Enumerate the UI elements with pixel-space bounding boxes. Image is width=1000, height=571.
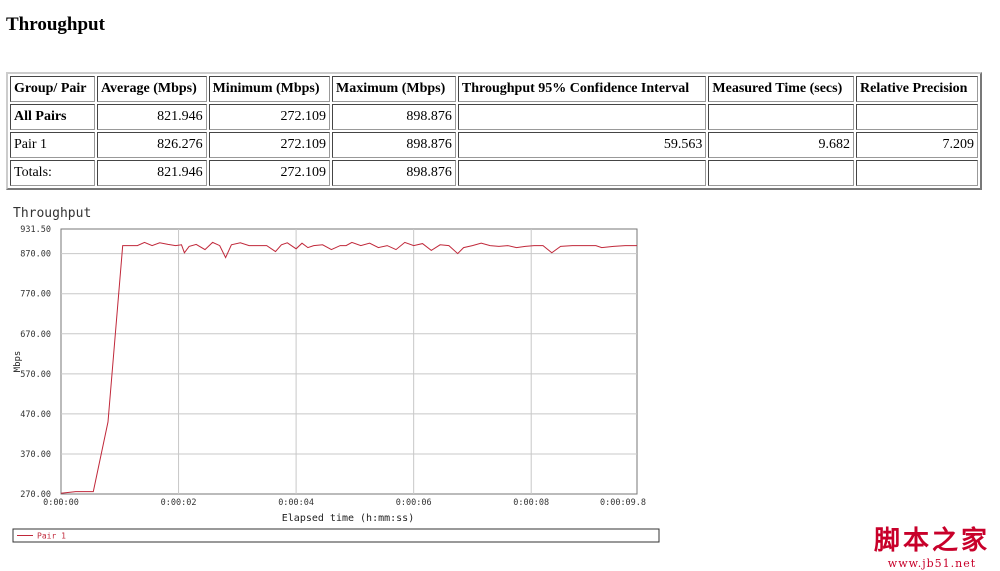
column-header: Measured Time (secs) bbox=[708, 76, 855, 102]
y-tick-label: 370.00 bbox=[20, 450, 51, 460]
column-header: Throughput 95% Confidence Interval bbox=[457, 76, 707, 102]
table-cell: 272.109 bbox=[208, 104, 330, 130]
column-header: Group/ Pair bbox=[10, 76, 95, 102]
table-cell bbox=[708, 104, 855, 130]
table-cell bbox=[457, 104, 707, 130]
row-label: All Pairs bbox=[10, 104, 95, 130]
table-cell: 9.682 bbox=[708, 132, 855, 158]
x-tick-label: 0:00:08 bbox=[513, 498, 549, 508]
row-label: Totals: bbox=[10, 160, 95, 186]
table-cell bbox=[856, 104, 978, 130]
table-cell bbox=[708, 160, 855, 186]
watermark: 脚本之家 www.jb51.net bbox=[872, 520, 992, 570]
table-cell: 898.876 bbox=[332, 104, 456, 130]
x-tick-label: 0:00:04 bbox=[278, 498, 314, 508]
watermark-url: www.jb51.net bbox=[887, 557, 977, 570]
throughput-chart: Throughput 931.50 870.00 770.00 670.00 570.00… bbox=[0, 200, 680, 550]
table-cell: 821.946 bbox=[96, 160, 207, 186]
column-header: Relative Precision bbox=[856, 76, 978, 102]
page-title: Throughput bbox=[6, 14, 105, 35]
table-cell: 272.109 bbox=[208, 160, 330, 186]
row-label: Pair 1 bbox=[10, 132, 95, 158]
x-tick-label: 0:00:06 bbox=[396, 498, 432, 508]
x-tick-label: 0:00:00 bbox=[43, 498, 79, 508]
table-cell bbox=[856, 160, 978, 186]
table-cell: 272.109 bbox=[208, 132, 330, 158]
table-row: Totals: 821.946 272.109 898.876 bbox=[10, 160, 978, 186]
table-header-row: Group/ Pair Average (Mbps) Minimum (Mbps… bbox=[10, 76, 978, 102]
y-tick-label: 931.50 bbox=[20, 225, 51, 235]
table-cell: 898.876 bbox=[332, 132, 456, 158]
x-tick-label: 0:00:09.8 bbox=[600, 498, 646, 508]
table-cell bbox=[457, 160, 707, 186]
x-axis-label: Elapsed time (h:mm:ss) bbox=[282, 513, 414, 524]
legend-box bbox=[12, 528, 660, 543]
results-table: Group/ Pair Average (Mbps) Minimum (Mbps… bbox=[6, 72, 982, 190]
y-tick-label: 470.00 bbox=[20, 410, 51, 420]
table-cell: 821.946 bbox=[96, 104, 207, 130]
y-axis-label: Mbps bbox=[13, 351, 23, 373]
table-cell: 59.563 bbox=[457, 132, 707, 158]
y-tick-label: 870.00 bbox=[20, 250, 51, 260]
chart-title: Throughput bbox=[13, 206, 91, 221]
y-tick-label: 570.00 bbox=[20, 370, 51, 380]
column-header: Maximum (Mbps) bbox=[332, 76, 456, 102]
column-header: Average (Mbps) bbox=[96, 76, 207, 102]
y-tick-label: 770.00 bbox=[20, 290, 51, 300]
table-cell: 7.209 bbox=[856, 132, 978, 158]
x-tick-label: 0:00:02 bbox=[161, 498, 197, 508]
table-cell: 898.876 bbox=[332, 160, 456, 186]
table-cell: 826.276 bbox=[96, 132, 207, 158]
table-row: Pair 1 826.276 272.109 898.876 59.563 9.… bbox=[10, 132, 978, 158]
watermark-logo: 脚本之家 bbox=[873, 526, 990, 556]
y-tick-label: 670.00 bbox=[20, 330, 51, 340]
legend-label: Pair 1 bbox=[37, 532, 66, 541]
table-row: All Pairs 821.946 272.109 898.876 bbox=[10, 104, 978, 130]
column-header: Minimum (Mbps) bbox=[208, 76, 330, 102]
chart-svg: Throughput 931.50 870.00 770.00 670.00 570.00… bbox=[12, 206, 660, 543]
